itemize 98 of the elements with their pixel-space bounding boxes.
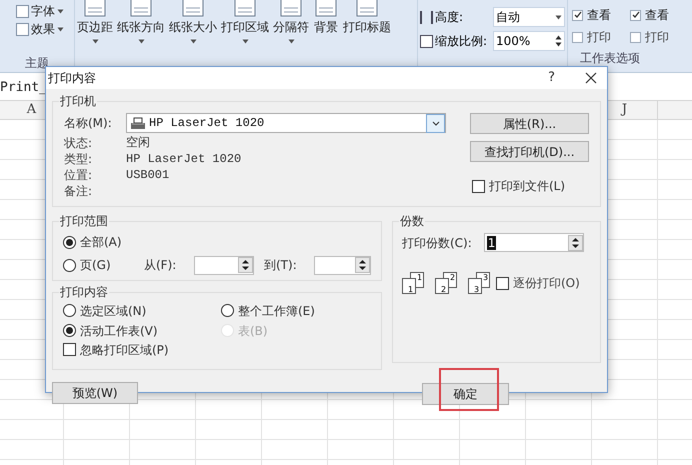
page-icon <box>354 0 380 18</box>
checkbox[interactable] <box>572 32 583 42</box>
dialog-button[interactable]: 查找打印机(D)... <box>470 141 589 162</box>
checkbox[interactable] <box>472 180 485 192</box>
from-page-field[interactable] <box>194 256 254 274</box>
ribbon-button[interactable]: 背景 <box>311 0 341 36</box>
page-icon <box>128 0 154 18</box>
page-number: 2 <box>450 273 456 282</box>
page-icon <box>278 0 304 18</box>
field-label: 名称(M): <box>64 115 113 132</box>
copies-field[interactable]: 1 <box>484 233 584 252</box>
window-title: 打印内容 <box>48 70 96 87</box>
zoom-spinner[interactable]: 100% <box>493 31 565 51</box>
spin-arrows-icon[interactable] <box>555 34 562 48</box>
caret-icon <box>242 38 248 44</box>
checkbox[interactable] <box>630 10 641 20</box>
preview-button[interactable]: 预览(W) <box>52 382 138 404</box>
checkbox-label: 打印 <box>645 30 669 44</box>
theme-icon[interactable] <box>16 22 29 36</box>
page-number: 3 <box>474 285 480 294</box>
group-label: 打印范围 <box>59 213 109 229</box>
column-header[interactable]: A <box>26 100 36 120</box>
caret-icon <box>190 38 196 44</box>
group-label: 份数 <box>399 213 425 229</box>
checkbox-label: 打印 <box>587 30 611 44</box>
checkbox[interactable] <box>496 276 509 290</box>
group-label: 工作表选项 <box>579 51 641 65</box>
ribbon-button[interactable]: 页边距 <box>75 0 115 46</box>
ok-button[interactable]: 确定 <box>422 383 509 405</box>
page-number: 1 <box>417 273 422 282</box>
field-label: 到(T): <box>264 257 298 274</box>
caret-icon <box>555 14 562 20</box>
radio-label: 页(G) <box>80 257 112 274</box>
spin-arrows-icon[interactable] <box>238 257 253 273</box>
checkbox[interactable] <box>630 32 641 42</box>
field-label: 高度: <box>435 9 464 26</box>
column-header[interactable]: J <box>622 100 628 120</box>
radio-button[interactable] <box>63 236 76 248</box>
ribbon-button[interactable]: 纸张方向 <box>115 0 167 46</box>
radio-label: 整个工作簿(E) <box>238 302 315 320</box>
info-label: 状态: <box>64 135 94 152</box>
info-value: USB001 <box>126 167 170 184</box>
info-label: 类型: <box>64 151 94 168</box>
caret-icon <box>288 38 294 44</box>
caret-icon <box>92 38 98 44</box>
radio-button[interactable] <box>221 304 234 317</box>
page-icon <box>313 0 339 18</box>
ribbon-button[interactable]: 分隔符 <box>271 0 311 46</box>
height-dropdown[interactable]: 自动 <box>493 7 565 27</box>
checkbox-label: 查看 <box>645 8 669 22</box>
checkbox-label: 逐份打印(O) <box>513 275 580 292</box>
page-icon <box>180 0 206 18</box>
ribbon-button[interactable]: 打印区域 <box>219 0 271 46</box>
dialog-button[interactable]: 属性(R)... <box>470 113 589 134</box>
ribbon-button[interactable]: 打印标题 <box>341 0 393 36</box>
spin-arrows-icon[interactable] <box>568 234 583 250</box>
field-label: 打印份数(C): <box>402 234 472 252</box>
ribbon-button[interactable]: 字体 <box>31 4 55 18</box>
field-label: 缩放比例: <box>435 33 488 50</box>
checkbox-label: 忽略打印区域(P) <box>80 342 169 358</box>
page-number: 1 <box>408 285 414 294</box>
field-label: 从(F): <box>144 257 178 274</box>
radio-label: 全部(A) <box>80 234 123 251</box>
page-icon <box>82 0 108 18</box>
close-icon[interactable] <box>585 72 597 84</box>
name-box[interactable]: Print_ <box>0 79 47 100</box>
page-number: 2 <box>441 285 446 294</box>
group-label: 打印内容 <box>59 284 109 300</box>
ribbon-button[interactable]: 效果 <box>31 22 55 36</box>
theme-icon[interactable] <box>16 4 29 18</box>
page-number: 3 <box>483 273 488 282</box>
caret-icon <box>57 26 64 32</box>
radio-label: 活动工作表(V) <box>80 322 158 340</box>
ribbon-button[interactable]: 纸张大小 <box>167 0 219 46</box>
height-icon <box>420 10 433 24</box>
help-button[interactable]: ? <box>548 68 555 88</box>
scale-icon <box>420 34 433 48</box>
printer-dropdown[interactable]: HP LaserJet 1020 <box>126 113 446 133</box>
info-value: 空闲 <box>126 135 150 152</box>
to-page-field[interactable] <box>314 256 371 274</box>
radio-button[interactable] <box>63 258 76 272</box>
page-icon <box>232 0 258 18</box>
caret-icon <box>57 8 64 14</box>
checkbox-label: 查看 <box>587 8 611 22</box>
spin-arrows-icon[interactable] <box>355 257 370 273</box>
checkbox-label: 打印到文件(L) <box>489 178 566 195</box>
radio-label: 选定区域(N) <box>80 302 146 320</box>
radio-label: 表(B) <box>238 322 268 340</box>
group-label: 打印机 <box>59 93 97 109</box>
radio-button[interactable] <box>63 324 76 337</box>
info-label: 位置: <box>64 167 94 184</box>
radio-button[interactable] <box>63 304 76 317</box>
info-value: HP LaserJet 1020 <box>126 151 242 168</box>
printer-icon <box>129 116 147 130</box>
checkbox[interactable] <box>572 10 583 20</box>
checkbox[interactable] <box>63 343 76 356</box>
info-label: 备注: <box>64 183 94 200</box>
caret-icon <box>138 38 144 44</box>
